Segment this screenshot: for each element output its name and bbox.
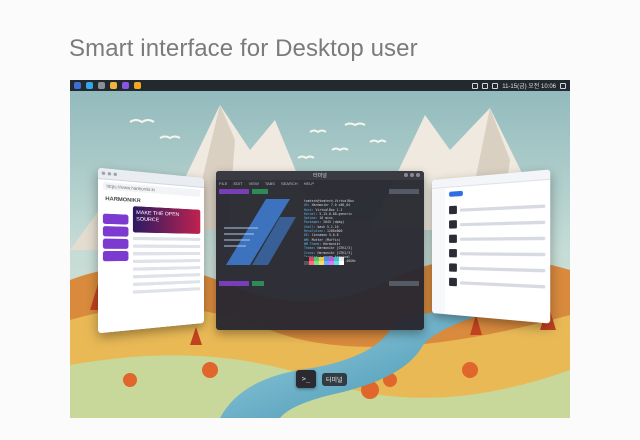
- banner-text: MAKE THE OPEN SOURCE: [136, 209, 180, 224]
- site-content: [132, 236, 201, 298]
- terminal-window[interactable]: 터미널 FILE EDIT VIEW TABS SEARCH HELP tomt…: [216, 171, 424, 330]
- terminal-title: 터미널: [313, 173, 327, 179]
- menu-item[interactable]: EDIT: [233, 181, 242, 186]
- panel-app-launchers: [74, 82, 141, 89]
- launcher-icon[interactable]: [86, 82, 93, 89]
- terminal-titlebar[interactable]: 터미널: [216, 171, 424, 180]
- shell-prompt: [219, 189, 419, 194]
- distro-ascii-logo: [224, 199, 296, 265]
- launcher-icon[interactable]: [110, 82, 117, 89]
- menu-item[interactable]: HELP: [304, 181, 314, 186]
- site-menu: [102, 213, 129, 264]
- launcher-icon[interactable]: [98, 82, 105, 89]
- track-row[interactable]: [449, 232, 546, 244]
- system-tray: 11-15(금) 오전 10:06: [472, 81, 566, 90]
- menu-item[interactable]: TABS: [265, 181, 275, 186]
- battery-icon[interactable]: [492, 82, 499, 89]
- color-swatch: [339, 261, 344, 265]
- close-icon[interactable]: [416, 173, 420, 177]
- music-player-window[interactable]: [432, 169, 551, 324]
- launcher-icon[interactable]: [122, 82, 129, 89]
- music-sidebar: [432, 187, 446, 315]
- menu-item[interactable]: FILE: [219, 181, 227, 186]
- site-logo: HARMONIKR: [105, 195, 141, 205]
- menu-item[interactable]: SEARCH: [281, 181, 298, 186]
- panel-clock[interactable]: 11-15(금) 오전 10:06: [502, 81, 556, 90]
- system-info: tomtech@tomtech-VirtualBox OS: Harmonikr…: [304, 199, 414, 263]
- site-menu-item[interactable]: [102, 251, 129, 262]
- color-palette: [304, 257, 344, 265]
- desktop-screenshot: 11-15(금) 오전 10:06 https://www.harmonikr.…: [70, 80, 570, 418]
- terminal-menubar: FILE EDIT VIEW TABS SEARCH HELP: [216, 180, 424, 187]
- dock: >_ 터미널: [296, 370, 347, 388]
- dock-tooltip: 터미널: [322, 372, 347, 386]
- music-tab-selected[interactable]: [449, 190, 463, 197]
- top-panel: 11-15(금) 오전 10:06: [70, 80, 570, 91]
- track-row[interactable]: [449, 277, 546, 292]
- menu-item[interactable]: VIEW: [249, 181, 259, 186]
- page-headline: Smart interface for Desktop user: [69, 35, 418, 62]
- minimize-icon[interactable]: [404, 173, 408, 177]
- user-menu-icon[interactable]: [560, 82, 566, 89]
- track-row[interactable]: [449, 216, 546, 230]
- site-menu-item[interactable]: [102, 226, 129, 237]
- launcher-icon[interactable]: [74, 82, 81, 89]
- track-row[interactable]: [449, 248, 546, 260]
- terminal-app-icon[interactable]: >_: [296, 370, 316, 388]
- track-row[interactable]: [449, 262, 546, 276]
- track-row[interactable]: [449, 200, 546, 215]
- site-banner[interactable]: MAKE THE OPEN SOURCE: [132, 206, 201, 234]
- site-menu-item[interactable]: [102, 213, 129, 225]
- browser-window[interactable]: https://www.harmonikr.kr HARMONIKR MAKE …: [98, 167, 204, 334]
- shell-prompt: [219, 281, 419, 286]
- site-menu-item[interactable]: [102, 238, 129, 249]
- launcher-icon[interactable]: [134, 82, 141, 89]
- volume-icon[interactable]: [482, 82, 489, 89]
- network-icon[interactable]: [472, 82, 479, 89]
- maximize-icon[interactable]: [410, 173, 414, 177]
